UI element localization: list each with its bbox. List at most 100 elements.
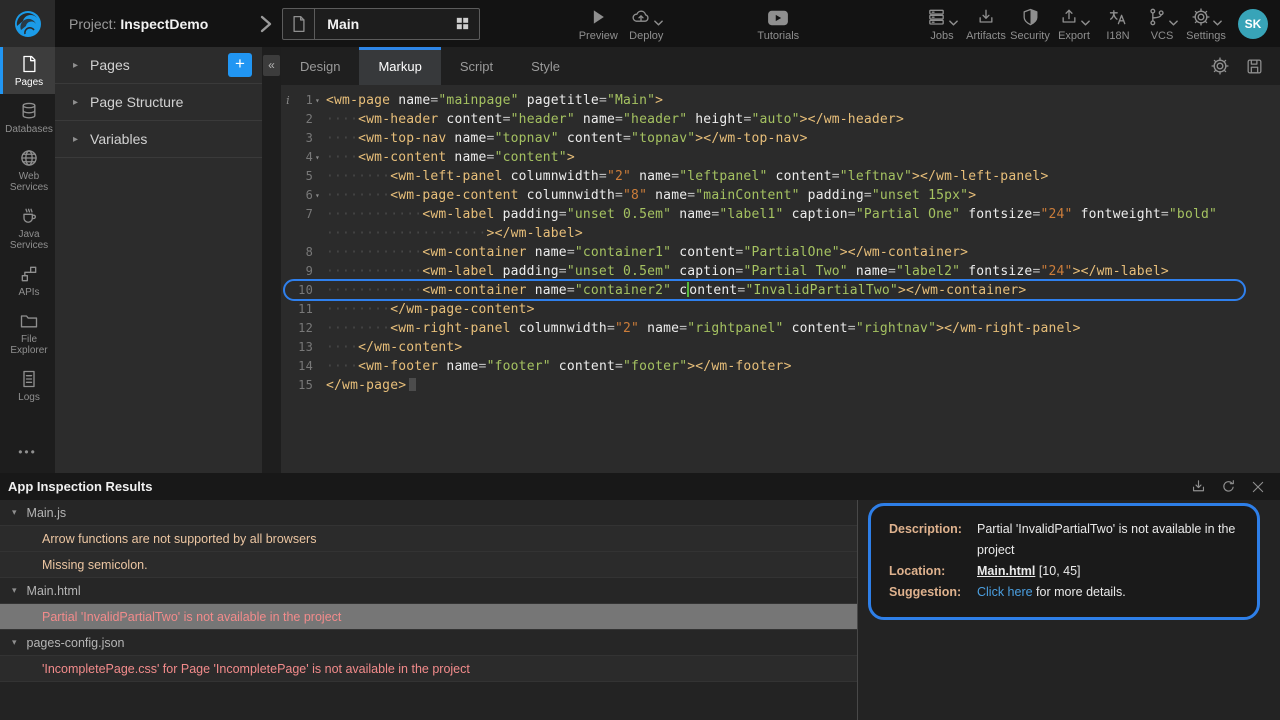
page-grid-icon[interactable]	[454, 15, 471, 32]
collapse-arrow-icon[interactable]: ▾	[12, 637, 17, 648]
code-line-14[interactable]: 14····<wm-footer name="footer" content="…	[281, 357, 1280, 376]
code-line-3[interactable]: 3····<wm-top-nav name="topnav" content="…	[281, 129, 1280, 148]
editor-settings-gear-icon[interactable]	[1210, 56, 1230, 76]
vcs-button[interactable]: VCS	[1140, 0, 1184, 47]
code-text[interactable]: ············<wm-label padding="unset 0.5…	[323, 262, 1169, 281]
fold-spacer	[313, 243, 323, 262]
export-button[interactable]: I18N Export	[1052, 0, 1096, 47]
sidebar-item-databases[interactable]: Databases	[0, 94, 55, 141]
code-line-11[interactable]: 11········</wm-page-content>	[281, 300, 1280, 319]
inspection-item[interactable]: Missing semicolon.	[0, 552, 857, 578]
code-token: =	[615, 112, 623, 127]
refresh-icon[interactable]	[1220, 478, 1237, 495]
fold-arrow-icon[interactable]: ▾	[313, 148, 323, 167]
code-text[interactable]: ············<wm-label padding="unset 0.5…	[323, 205, 1217, 224]
tab-style[interactable]: Style	[512, 47, 579, 85]
play-icon	[588, 7, 608, 27]
inspection-item[interactable]: 'IncompletePage.css' for Page 'Incomplet…	[0, 656, 857, 682]
line-number: 13	[295, 338, 313, 357]
code-text[interactable]: ····</wm-content>	[323, 338, 462, 357]
code-text[interactable]: ········<wm-page-content columnwidth="8"…	[323, 186, 976, 205]
code-line-12[interactable]: 12········<wm-right-panel columnwidth="2…	[281, 319, 1280, 338]
security-button[interactable]: Security	[1008, 0, 1052, 47]
panel-section-pages[interactable]: ▸ Pages +	[55, 47, 262, 84]
code-text[interactable]: ····················></wm-label>	[323, 224, 583, 243]
artifacts-download-icon	[976, 7, 996, 27]
inspection-section-Main.js[interactable]: ▾Main.js	[0, 500, 857, 526]
code-line-6[interactable]: 6▾········<wm-page-content columnwidth="…	[281, 186, 1280, 205]
close-icon[interactable]	[1250, 479, 1266, 495]
inspection-item[interactable]: Partial 'InvalidPartialTwo' is not avail…	[0, 604, 857, 630]
expand-arrow-icon[interactable]: ▸	[73, 134, 78, 145]
inspection-section-Main.html[interactable]: ▾Main.html	[0, 578, 857, 604]
collapse-arrow-icon[interactable]: ▾	[12, 585, 17, 596]
inspection-title: App Inspection Results	[0, 479, 152, 494]
app-logo[interactable]	[0, 0, 55, 47]
rail-overflow-button[interactable]: •••	[0, 445, 55, 459]
sidebar-item-pages[interactable]: Pages	[0, 47, 55, 94]
tutorials-button[interactable]: Tutorials	[756, 0, 800, 47]
panel-section-variables[interactable]: ▸ Variables	[55, 121, 262, 158]
code-line-5[interactable]: 5········<wm-left-panel columnwidth="2" …	[281, 167, 1280, 186]
artifacts-button[interactable]: Artifacts	[964, 0, 1008, 47]
code-line-15[interactable]: 15</wm-page>	[281, 376, 1280, 395]
suggestion-link[interactable]: Click here	[977, 585, 1033, 599]
code-line-wrap[interactable]: ····················></wm-label>	[281, 224, 1280, 243]
code-text[interactable]: ········<wm-left-panel columnwidth="2" n…	[323, 167, 1048, 186]
code-line-10[interactable]: 10············<wm-container name="contai…	[281, 281, 1280, 300]
code-text[interactable]: ············<wm-container name="containe…	[323, 281, 1026, 300]
settings-button[interactable]: Settings	[1184, 0, 1228, 47]
sidebar-item-apis[interactable]: APIs	[0, 257, 55, 304]
preview-button[interactable]: Preview	[576, 0, 620, 47]
sidebar-item-logs[interactable]: Logs	[0, 362, 55, 409]
code-text[interactable]: ········</wm-page-content>	[323, 300, 535, 319]
code-line-1[interactable]: i1▾<wm-page name="mainpage" pagetitle="M…	[281, 91, 1280, 110]
collapse-panel-button[interactable]: «	[263, 55, 280, 76]
fold-arrow-icon[interactable]: ▾	[313, 186, 323, 205]
location-file-link[interactable]: Main.html	[977, 564, 1035, 578]
page-selector[interactable]: Main	[282, 8, 480, 40]
code-text[interactable]: ············<wm-container name="containe…	[323, 243, 968, 262]
inspection-item[interactable]: Arrow functions are not supported by all…	[0, 526, 857, 552]
code-line-8[interactable]: 8············<wm-container name="contain…	[281, 243, 1280, 262]
tab-script[interactable]: Script	[441, 47, 512, 85]
expand-arrow-icon[interactable]: ▸	[73, 60, 78, 71]
code-text[interactable]: ····<wm-content name="content">	[323, 148, 575, 167]
code-line-4[interactable]: 4▾····<wm-content name="content">	[281, 148, 1280, 167]
code-text[interactable]: ····<wm-header content="header" name="he…	[323, 110, 904, 129]
add-page-button[interactable]: +	[228, 53, 252, 77]
fold-arrow-icon[interactable]: ▾	[313, 91, 323, 110]
code-text[interactable]: </wm-page>	[323, 376, 416, 395]
code-area[interactable]: i1▾<wm-page name="mainpage" pagetitle="M…	[281, 85, 1280, 473]
sidebar-item-java-services[interactable]: Java Services	[0, 199, 55, 257]
deploy-button[interactable]: Deploy	[624, 0, 668, 47]
save-icon[interactable]	[1245, 57, 1264, 76]
indent-guides: ············	[326, 283, 422, 298]
left-rail: Pages Databases Web Services Java Servic…	[0, 47, 55, 473]
code-line-13[interactable]: 13 ····</wm-content>	[281, 338, 1280, 357]
code-token: "rightpanel"	[687, 321, 783, 336]
tab-markup[interactable]: Markup	[359, 47, 440, 85]
inspection-section-pages-config.json[interactable]: ▾pages-config.json	[0, 630, 857, 656]
code-line-7[interactable]: 7············<wm-label padding="unset 0.…	[281, 205, 1280, 224]
panel-section-page-structure[interactable]: ▸ Page Structure	[55, 84, 262, 121]
indent-guides: ············	[326, 264, 422, 279]
code-text[interactable]: ····<wm-top-nav name="topnav" content="t…	[323, 129, 808, 148]
code-text[interactable]: ····<wm-footer name="footer" content="fo…	[323, 357, 792, 376]
sidebar-item-web-services[interactable]: Web Services	[0, 141, 55, 199]
code-line-2[interactable]: 2····<wm-header content="header" name="h…	[281, 110, 1280, 129]
user-avatar[interactable]: SK	[1238, 9, 1268, 39]
download-results-icon[interactable]	[1190, 478, 1207, 495]
code-token: =	[479, 359, 487, 374]
expand-arrow-icon[interactable]: ▸	[73, 97, 78, 108]
sidebar-item-file-explorer[interactable]: File Explorer	[0, 304, 55, 362]
tab-design[interactable]: Design	[281, 47, 359, 85]
jobs-button[interactable]: Jobs	[920, 0, 964, 47]
collapse-arrow-icon[interactable]: ▾	[12, 507, 17, 518]
code-line-9[interactable]: 9············<wm-label padding="unset 0.…	[281, 262, 1280, 281]
i18n-button[interactable]: I18N	[1096, 0, 1140, 47]
fold-spacer	[313, 224, 323, 243]
top-bar: Project: InspectDemo Main Preview Deploy…	[0, 0, 1280, 47]
code-text[interactable]: ········<wm-right-panel columnwidth="2" …	[323, 319, 1081, 338]
code-text[interactable]: <wm-page name="mainpage" pagetitle="Main…	[323, 91, 663, 110]
